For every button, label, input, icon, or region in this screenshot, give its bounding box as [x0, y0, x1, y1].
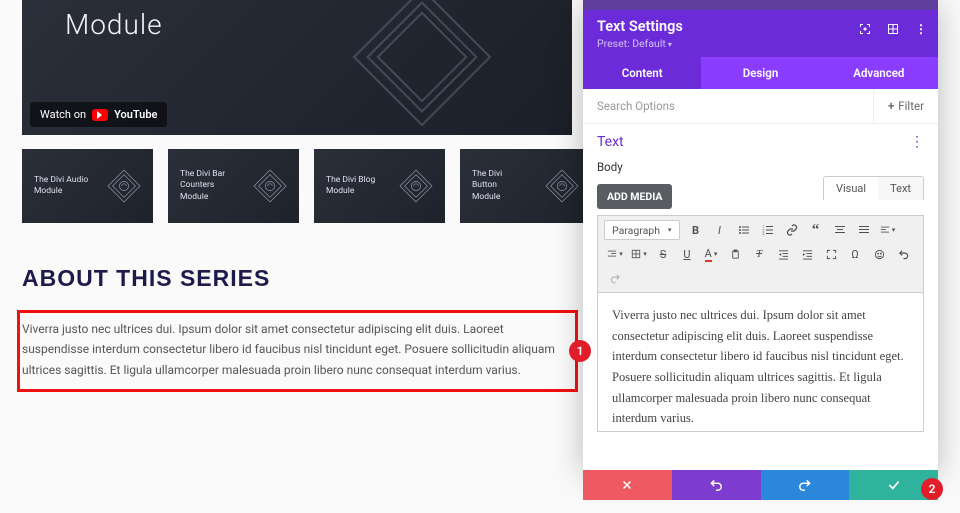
cancel-button[interactable] [583, 470, 672, 500]
thumbnail-label: The Divi Button Module [472, 169, 527, 202]
link-button[interactable] [781, 220, 803, 240]
paragraph-format-dropdown[interactable]: Paragraph▾ [604, 220, 680, 240]
video-thumbnail-row: The Divi Audio Module The Divi Bar Count… [22, 149, 591, 223]
svg-text:3: 3 [762, 232, 764, 236]
paste-button[interactable] [724, 244, 746, 264]
table-button[interactable]: ▾ [628, 244, 650, 264]
search-input[interactable] [583, 89, 873, 123]
thumbnail-label: The Divi Bar Counters Module [180, 169, 235, 202]
tab-advanced[interactable]: Advanced [820, 57, 938, 89]
editor-textarea[interactable]: Viverra justo nec ultrices dui. Ipsum do… [597, 292, 924, 432]
panel-footer [583, 470, 938, 500]
align-right-dropdown[interactable]: ▾ [604, 244, 626, 264]
thumb-decor-icon [251, 167, 289, 205]
video-decor-icon [332, 0, 512, 142]
add-media-button[interactable]: ADD MEDIA [597, 184, 672, 209]
bold-button[interactable]: B [685, 220, 707, 240]
clear-format-button[interactable]: T [748, 244, 770, 264]
video-thumbnail[interactable]: The Divi Bar Counters Module [168, 149, 299, 223]
editor-toolbar: Paragraph▾ B I 123 “ ▾ ▾ ▾ S U A▾ T Ω [597, 215, 924, 292]
tab-content[interactable]: Content [583, 57, 701, 89]
body-label: Body [597, 160, 924, 174]
align-center-button[interactable] [829, 220, 851, 240]
video-thumbnail[interactable]: The Divi Audio Module [22, 149, 153, 223]
annotation-badge-1: 1 [569, 340, 591, 362]
undo-footer-button[interactable] [672, 470, 761, 500]
section-title: ABOUT THIS SERIES [22, 265, 270, 292]
section-heading[interactable]: Text [597, 134, 624, 150]
video-player[interactable]: Module Watch on YouTube [22, 0, 572, 135]
numbered-list-button[interactable]: 123 [757, 220, 779, 240]
editor-mode-tabs: Visual Text [823, 176, 924, 200]
editor-tab-visual[interactable]: Visual [824, 177, 878, 200]
video-thumbnail[interactable]: The Divi Button Module [460, 149, 591, 223]
tab-design[interactable]: Design [701, 57, 819, 89]
italic-button[interactable]: I [709, 220, 731, 240]
filter-button[interactable]: + Filter [873, 89, 938, 123]
emoji-button[interactable] [868, 244, 890, 264]
special-char-button[interactable]: Ω [844, 244, 866, 264]
thumbnail-label: The Divi Audio Module [34, 175, 89, 197]
indent-button[interactable] [796, 244, 818, 264]
watch-on-label: Watch on [40, 108, 86, 121]
panel-header[interactable]: Text Settings Preset: Default ▾ ⋮ [583, 10, 938, 57]
youtube-icon [92, 109, 108, 121]
panel-tabs: Content Design Advanced [583, 57, 938, 89]
video-title: Module [65, 8, 163, 41]
video-thumbnail[interactable]: The Divi Blog Module [314, 149, 445, 223]
settings-panel: Text Settings Preset: Default ▾ ⋮ Conten… [583, 0, 938, 470]
panel-backdrop [583, 0, 938, 10]
fullscreen-button[interactable] [820, 244, 842, 264]
bullet-list-button[interactable] [733, 220, 755, 240]
grid-icon[interactable] [886, 22, 900, 36]
focus-icon[interactable] [858, 22, 872, 36]
panel-preset[interactable]: Preset: Default ▾ [597, 37, 924, 50]
redo-button[interactable] [604, 268, 626, 288]
kebab-icon[interactable]: ⋮ [914, 22, 928, 36]
editor-tab-text[interactable]: Text [878, 177, 923, 200]
redo-footer-button[interactable] [761, 470, 850, 500]
underline-button[interactable]: U [676, 244, 698, 264]
undo-button[interactable] [892, 244, 914, 264]
outdent-button[interactable] [772, 244, 794, 264]
thumb-decor-icon [105, 167, 143, 205]
annotation-badge-2: 2 [921, 478, 943, 500]
blockquote-button[interactable]: “ [805, 220, 827, 240]
text-section: Text ⋮ Body [583, 124, 938, 176]
thumb-decor-icon [543, 167, 581, 205]
body-text[interactable]: Viverra justo nec ultrices dui. Ipsum do… [22, 319, 568, 380]
strikethrough-button[interactable]: S [652, 244, 674, 264]
youtube-brand: YouTube [114, 108, 157, 121]
thumbnail-label: The Divi Blog Module [326, 175, 381, 197]
text-color-button[interactable]: A▾ [700, 244, 722, 264]
align-justify-button[interactable] [853, 220, 875, 240]
search-row: + Filter [583, 89, 938, 124]
watch-on-button[interactable]: Watch on YouTube [30, 102, 167, 127]
align-left-dropdown[interactable]: ▾ [877, 220, 899, 240]
thumb-decor-icon [397, 167, 435, 205]
